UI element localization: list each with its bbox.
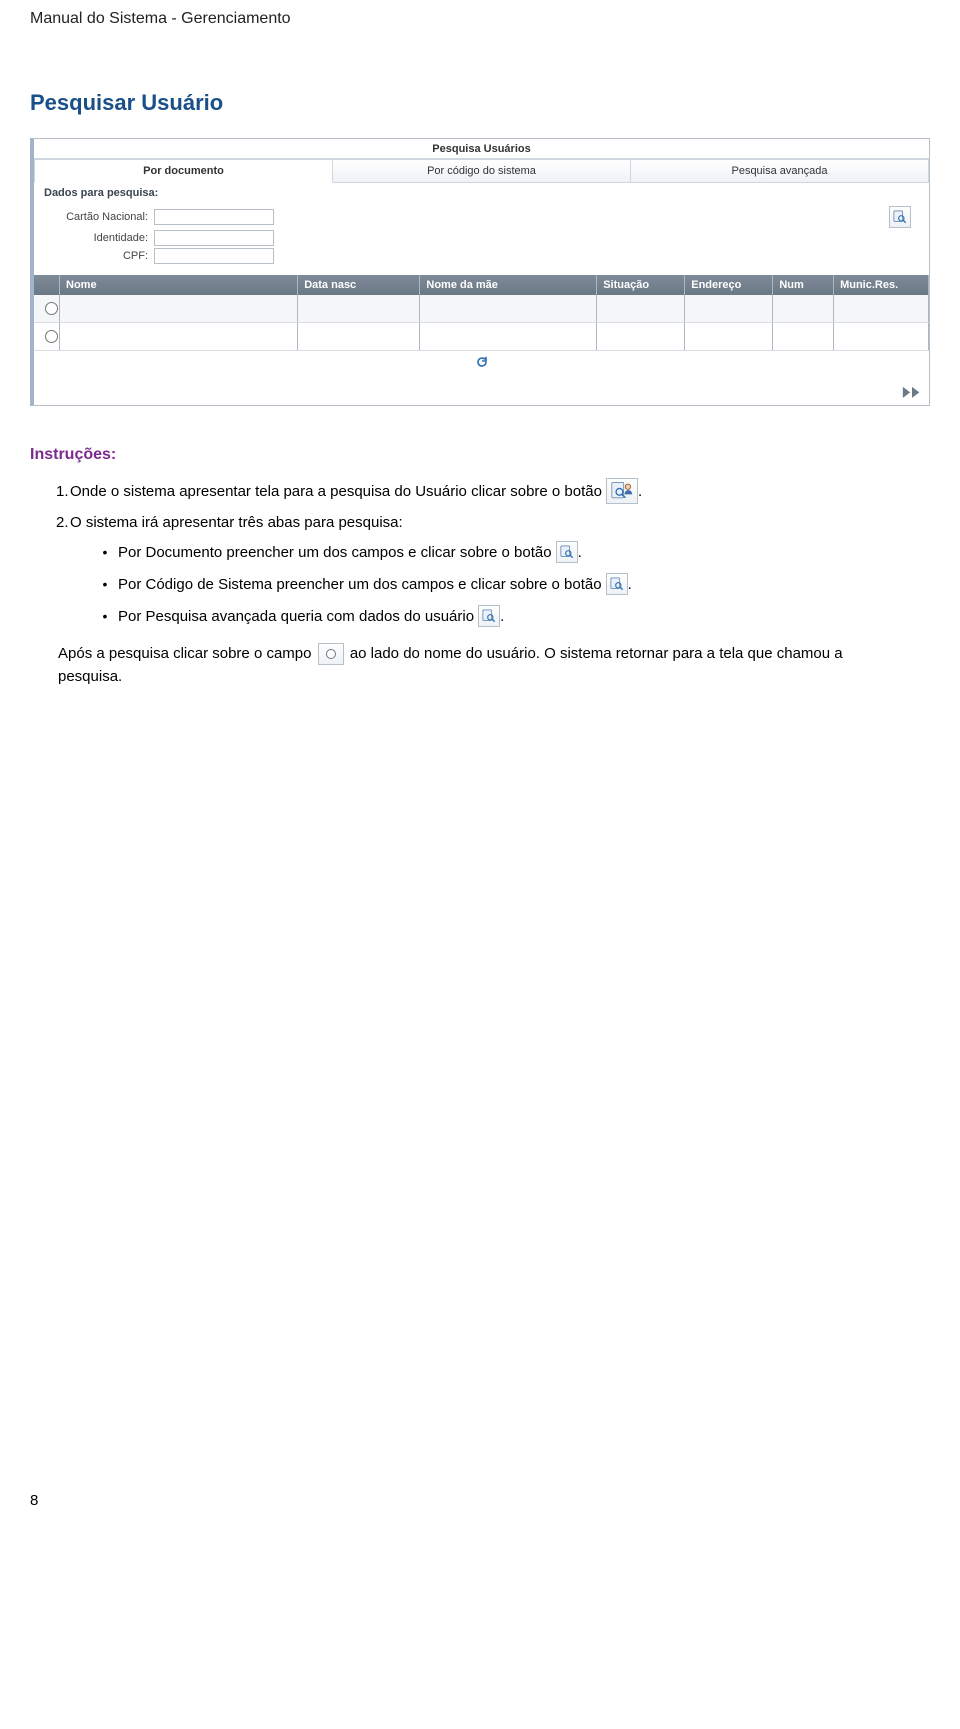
grid-header: Nome Data nasc Nome da mãe Situação Ende… bbox=[34, 275, 929, 295]
search-icon-button bbox=[606, 573, 628, 595]
refresh-icon bbox=[474, 354, 490, 370]
step-text: O sistema irá apresentar três abas para … bbox=[70, 514, 403, 531]
step-text: Onde o sistema apresentar tela para a pe… bbox=[70, 483, 602, 500]
search-icon-button bbox=[556, 541, 578, 563]
forward-button[interactable] bbox=[901, 385, 923, 401]
bullet-suffix: . bbox=[578, 544, 582, 561]
col-data-nasc: Data nasc bbox=[298, 275, 420, 295]
instruction-sublist: Por Documento preencher um dos campos e … bbox=[92, 541, 930, 627]
fast-forward-icon bbox=[901, 385, 923, 400]
instruction-step-2: 2. O sistema irá apresentar três abas pa… bbox=[30, 514, 930, 531]
radio-sample-icon bbox=[318, 643, 344, 665]
instruction-bullet-avancada: Por Pesquisa avançada queria com dados d… bbox=[92, 605, 930, 627]
after-text-a: Após a pesquisa clicar sobre o campo bbox=[58, 645, 316, 662]
col-munic-res: Munic.Res. bbox=[834, 275, 929, 295]
search-button[interactable] bbox=[889, 206, 911, 228]
tab-por-documento[interactable]: Por documento bbox=[34, 159, 333, 183]
search-user-screenshot: Pesquisa Usuários Por documento Por códi… bbox=[30, 138, 930, 406]
instructions-title: Instruções: bbox=[30, 446, 930, 464]
search-icon-button bbox=[478, 605, 500, 627]
identidade-label: Identidade: bbox=[44, 232, 154, 244]
dados-label: Dados para pesquisa: bbox=[34, 183, 929, 205]
cartao-nacional-label: Cartão Nacional: bbox=[44, 211, 154, 223]
row-radio[interactable] bbox=[45, 330, 58, 343]
page-header: Manual do Sistema - Gerenciamento bbox=[30, 10, 930, 40]
bullet-text: Por Pesquisa avançada queria com dados d… bbox=[118, 608, 474, 625]
col-nome-mae: Nome da mãe bbox=[420, 275, 597, 295]
tab-row: Por documento Por código do sistema Pesq… bbox=[34, 158, 929, 183]
step-suffix: . bbox=[638, 483, 642, 500]
cartao-nacional-input[interactable] bbox=[154, 209, 274, 225]
identidade-input[interactable] bbox=[154, 230, 274, 246]
bullet-suffix: . bbox=[628, 576, 632, 593]
table-row bbox=[34, 323, 929, 351]
cpf-input[interactable] bbox=[154, 248, 274, 264]
cpf-label: CPF: bbox=[44, 250, 154, 262]
magnifier-icon bbox=[482, 609, 496, 623]
magnifier-user-icon bbox=[611, 481, 633, 501]
instruction-bullet-codigo: Por Código de Sistema preencher um dos c… bbox=[92, 573, 930, 595]
user-search-icon-button bbox=[606, 478, 638, 504]
col-num: Num bbox=[773, 275, 834, 295]
magnifier-icon bbox=[560, 545, 574, 559]
col-situacao: Situação bbox=[597, 275, 685, 295]
step-number: 2. bbox=[30, 514, 70, 531]
bullet-text: Por Código de Sistema preencher um dos c… bbox=[118, 576, 602, 593]
instruction-bullet-documento: Por Documento preencher um dos campos e … bbox=[92, 541, 930, 563]
magnifier-icon bbox=[610, 577, 624, 591]
tab-por-codigo[interactable]: Por código do sistema bbox=[333, 159, 631, 183]
step-number: 1. bbox=[30, 483, 70, 500]
col-endereco: Endereço bbox=[685, 275, 773, 295]
section-title: Pesquisar Usuário bbox=[30, 90, 930, 116]
bullet-text: Por Documento preencher um dos campos e … bbox=[118, 544, 552, 561]
instruction-after-search: Após a pesquisa clicar sobre o campo ao … bbox=[58, 643, 888, 688]
bullet-suffix: . bbox=[500, 608, 504, 625]
col-nome: Nome bbox=[60, 275, 298, 295]
tab-pesquisa-avancada[interactable]: Pesquisa avançada bbox=[631, 159, 929, 183]
instruction-step-1: 1. Onde o sistema apresentar tela para a… bbox=[30, 478, 930, 504]
row-radio[interactable] bbox=[45, 302, 58, 315]
page-number: 8 bbox=[0, 1488, 38, 1521]
magnifier-icon bbox=[893, 210, 907, 224]
instructions-list: 1. Onde o sistema apresentar tela para a… bbox=[30, 478, 930, 627]
refresh-button[interactable] bbox=[34, 351, 929, 379]
app-title: Pesquisa Usuários bbox=[34, 139, 929, 158]
table-row bbox=[34, 295, 929, 323]
